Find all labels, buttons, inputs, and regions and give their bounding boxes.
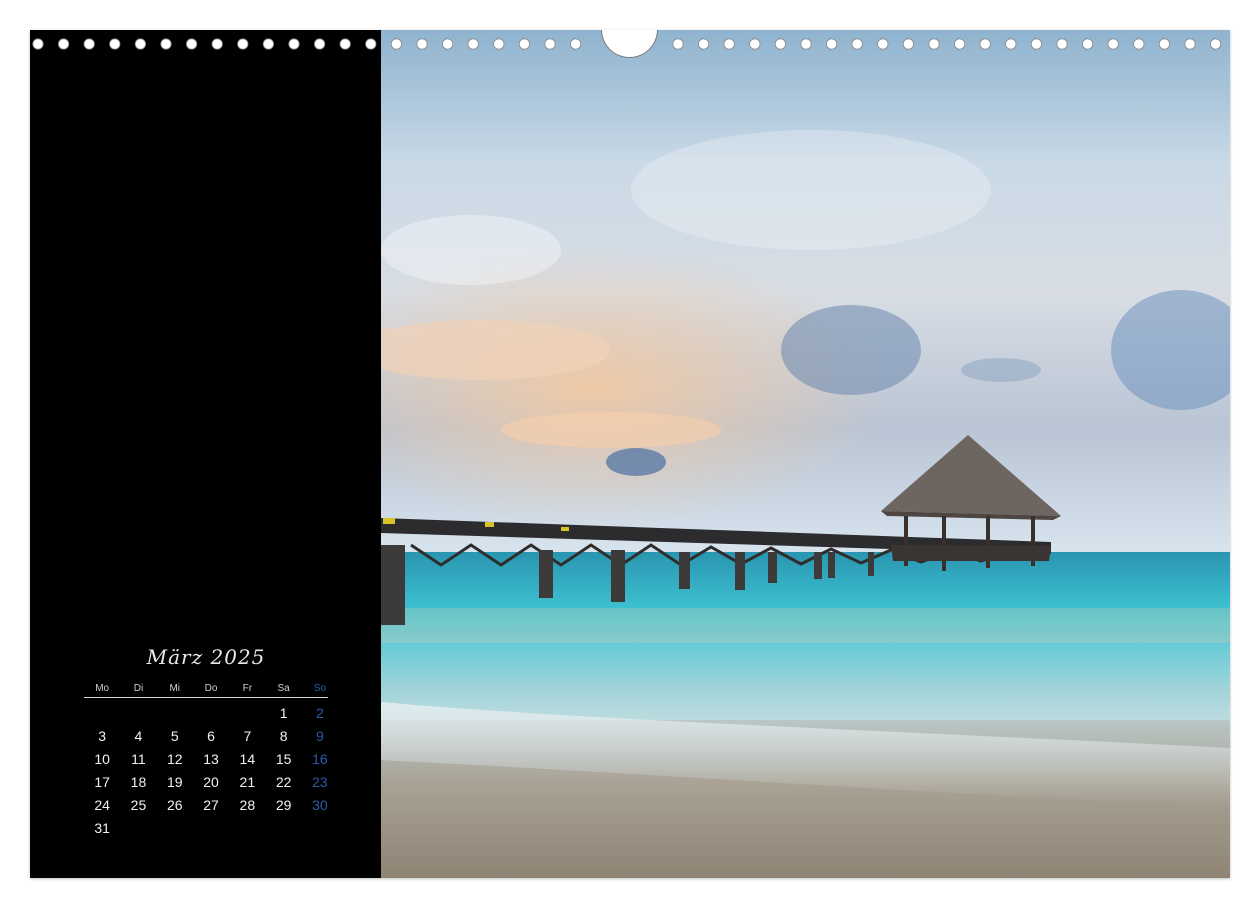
day-cell: 29 bbox=[275, 797, 292, 813]
day-cell: 9 bbox=[316, 728, 324, 744]
binding-hole bbox=[262, 38, 274, 50]
weekday-label: Di bbox=[133, 683, 144, 694]
weekday-label: Sa bbox=[277, 683, 290, 694]
day-cell: 20 bbox=[203, 774, 219, 790]
day-cell: 22 bbox=[275, 774, 292, 790]
day-cell: 14 bbox=[239, 751, 256, 767]
binding-hole bbox=[134, 38, 147, 50]
day-cell: 3 bbox=[98, 728, 107, 744]
empty-cell bbox=[84, 702, 120, 725]
day-cell: 25 bbox=[130, 797, 147, 813]
day-cell: 2 bbox=[316, 705, 324, 721]
day-grid: 1 2 3 4 5 6 7 8 9 10 11 12 13 14 15 16 17 18 19 20 21 22 23 24 2… bbox=[84, 702, 328, 840]
empty-cell bbox=[157, 817, 193, 840]
binding-hole bbox=[339, 38, 351, 50]
empty-cell bbox=[157, 702, 193, 725]
binding-hole bbox=[160, 38, 172, 50]
binding-hole bbox=[57, 38, 70, 50]
binding-hole bbox=[32, 38, 44, 50]
day-cell: 30 bbox=[312, 797, 328, 813]
day-cell: 8 bbox=[279, 728, 288, 744]
weekday-label: So bbox=[313, 683, 327, 694]
day-cell: 28 bbox=[239, 797, 256, 813]
empty-cell bbox=[302, 817, 338, 840]
day-cell: 10 bbox=[94, 751, 110, 767]
day-cell: 19 bbox=[166, 774, 183, 790]
empty-cell bbox=[120, 702, 156, 725]
binding-hole bbox=[109, 38, 121, 50]
month-title: März 2025 bbox=[146, 645, 266, 669]
day-cell: 24 bbox=[94, 797, 110, 813]
weekday-label: Fr bbox=[242, 683, 253, 694]
binding-hole bbox=[186, 38, 198, 50]
weekday-label: Mi bbox=[169, 683, 181, 694]
photo-jetty-sunset bbox=[381, 30, 1230, 878]
binding-hole bbox=[83, 38, 95, 50]
binding-hole bbox=[211, 38, 223, 50]
day-cell: 6 bbox=[207, 728, 215, 744]
day-cell: 5 bbox=[170, 728, 179, 744]
weekday-header: Mo Di Mi Do Fr Sa So bbox=[84, 683, 328, 698]
day-cell: 26 bbox=[166, 797, 183, 813]
day-cell: 11 bbox=[131, 751, 146, 767]
empty-cell bbox=[193, 702, 229, 725]
empty-cell bbox=[265, 817, 301, 840]
empty-cell bbox=[229, 817, 265, 840]
day-cell: 16 bbox=[312, 751, 328, 767]
day-cell: 13 bbox=[203, 751, 219, 767]
binding-hole bbox=[237, 38, 249, 50]
day-cell: 21 bbox=[239, 774, 256, 790]
day-cell: 1 bbox=[279, 705, 288, 721]
binding-hole bbox=[313, 38, 326, 50]
day-cell: 31 bbox=[94, 820, 110, 836]
binding-hole bbox=[365, 38, 377, 50]
month-calendar: März 2025 Mo Di Mi Do Fr Sa So 1 2 3 4 5 6 7 8 9 10 11 12… bbox=[84, 642, 328, 840]
day-cell: 12 bbox=[166, 751, 183, 767]
weekday-label: Do bbox=[204, 683, 218, 694]
day-cell: 17 bbox=[94, 774, 110, 790]
binding-hole bbox=[288, 38, 300, 50]
weekday-label: Mo bbox=[95, 683, 110, 694]
day-cell: 27 bbox=[203, 797, 219, 813]
day-cell: 15 bbox=[275, 751, 292, 767]
day-cell: 23 bbox=[312, 774, 328, 790]
empty-cell bbox=[193, 817, 229, 840]
empty-cell bbox=[229, 702, 265, 725]
day-cell: 7 bbox=[243, 728, 252, 744]
day-cell: 18 bbox=[130, 774, 147, 790]
calendar-page: März 2025 Mo Di Mi Do Fr Sa So 1 2 3 4 5 6 7 8 9 10 11 12… bbox=[30, 30, 1230, 878]
empty-cell bbox=[120, 817, 156, 840]
day-cell: 4 bbox=[134, 728, 143, 744]
